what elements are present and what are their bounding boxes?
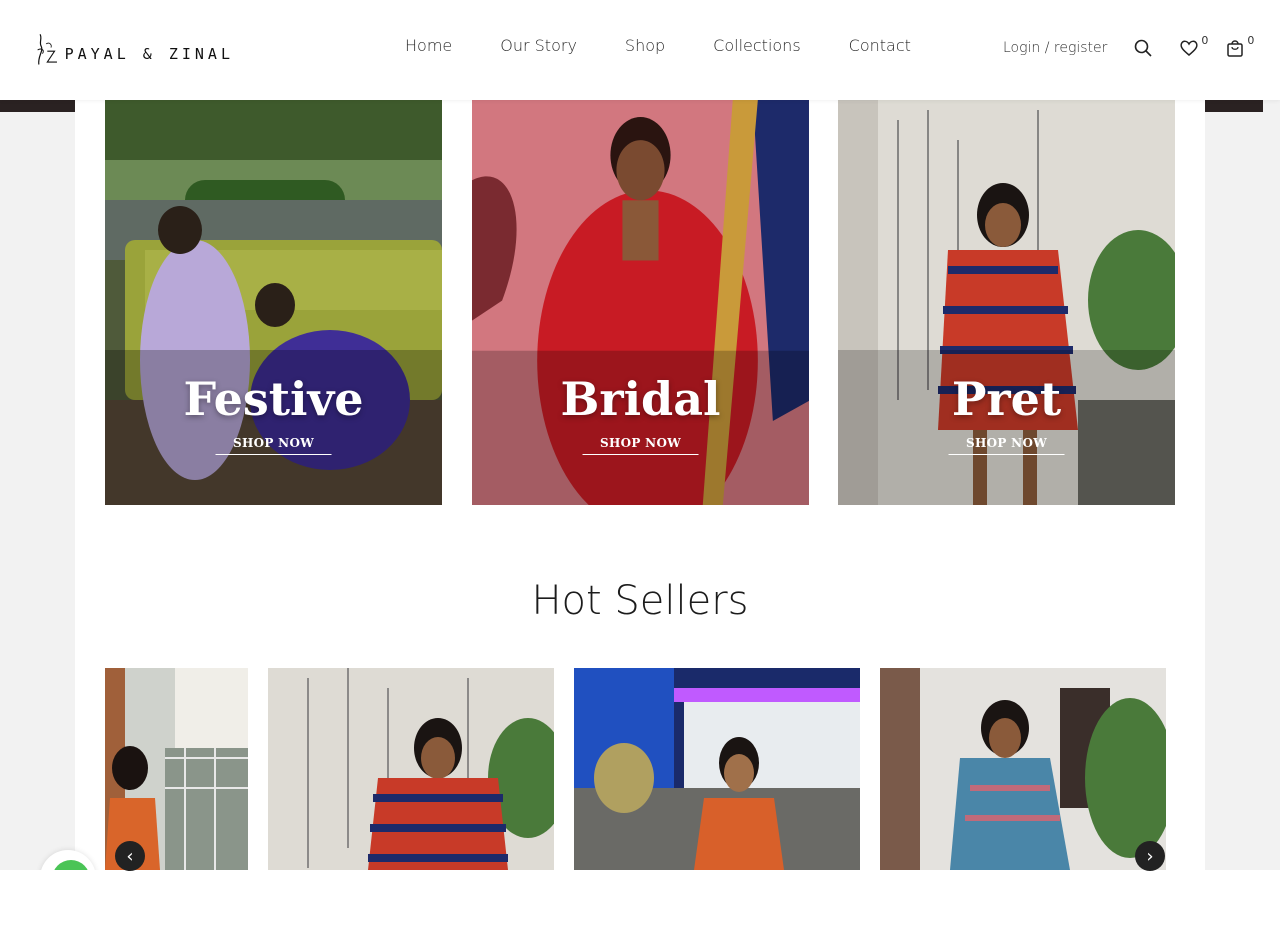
- nav-shop[interactable]: Shop: [625, 36, 665, 55]
- hero-strip-left: [0, 100, 75, 112]
- nav-our-story[interactable]: Our Story: [500, 36, 577, 55]
- nav-collections[interactable]: Collections: [713, 36, 800, 55]
- brand-logo[interactable]: PAYAL & ZINAL: [34, 20, 234, 80]
- hot-sellers-title: Hot Sellers: [531, 578, 749, 624]
- product-photo: [105, 668, 248, 870]
- main-nav: Home Our Story Shop Collections Contact: [381, 36, 959, 55]
- nav-home[interactable]: Home: [405, 36, 452, 55]
- product-photo: [880, 668, 1166, 870]
- category-title: Bridal: [560, 372, 721, 426]
- login-register-link[interactable]: Login / register: [1003, 40, 1107, 56]
- product-card[interactable]: [880, 668, 1166, 870]
- hero-strip-right: [1205, 100, 1263, 112]
- category-card-festive[interactable]: Festive SHOP NOW: [105, 100, 442, 505]
- product-card[interactable]: [105, 668, 248, 870]
- shop-now-link[interactable]: SHOP NOW: [582, 436, 699, 455]
- site-header: PAYAL & ZINAL Home Our Story Shop Collec…: [0, 0, 1280, 100]
- wishlist-count: 0: [1201, 34, 1209, 47]
- search-icon: [1135, 39, 1152, 57]
- category-card-pret[interactable]: Pret SHOP NOW: [838, 100, 1175, 505]
- category-title: Pret: [951, 372, 1062, 426]
- product-photo: [268, 668, 554, 870]
- nav-contact[interactable]: Contact: [849, 36, 911, 55]
- bag-icon: [1227, 40, 1244, 57]
- wishlist-button[interactable]: 0: [1179, 34, 1208, 58]
- search-button[interactable]: [1133, 38, 1153, 58]
- product-photo: [574, 668, 860, 870]
- brand-name: PAYAL & ZINAL: [64, 45, 234, 63]
- shop-now-link[interactable]: SHOP NOW: [215, 436, 332, 455]
- monogram-icon: [37, 33, 57, 65]
- cart-button[interactable]: 0: [1225, 34, 1254, 58]
- cart-count: 0: [1247, 34, 1255, 47]
- category-card-bridal[interactable]: Bridal SHOP NOW: [472, 100, 809, 505]
- carousel-prev-button[interactable]: ‹: [115, 841, 145, 871]
- header-actions: Login / register 0 0: [1003, 34, 1254, 58]
- category-title: Festive: [183, 372, 364, 426]
- heart-icon: [1180, 40, 1199, 56]
- product-card[interactable]: [574, 668, 860, 870]
- product-card[interactable]: [268, 668, 554, 870]
- shop-now-link[interactable]: SHOP NOW: [948, 436, 1065, 455]
- carousel-next-button[interactable]: ›: [1135, 841, 1165, 871]
- viewport-bottom-area: [0, 870, 1280, 950]
